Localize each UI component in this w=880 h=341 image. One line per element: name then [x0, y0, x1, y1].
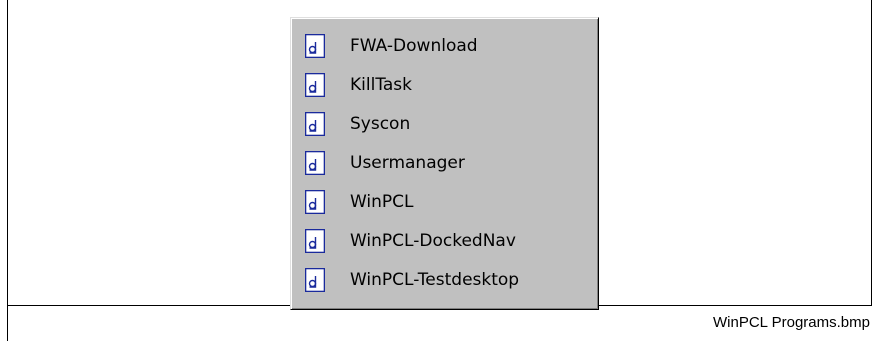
- menu-item-label: FWA-Download: [350, 36, 478, 56]
- program-document-icon: [305, 34, 325, 58]
- menu-item-label: WinPCL-Testdesktop: [350, 270, 520, 290]
- menu-item-label: KillTask: [350, 75, 413, 95]
- menu-item-killtask[interactable]: KillTask: [291, 66, 598, 105]
- menu-item-label: WinPCL-DockedNav: [350, 231, 516, 251]
- menu-item-label: Syscon: [350, 114, 411, 134]
- figure-caption: WinPCL Programs.bmp: [713, 314, 870, 331]
- menu-item-winpcl[interactable]: WinPCL: [291, 183, 598, 222]
- program-document-icon: [305, 112, 325, 136]
- menu-item-winpcl-testdesktop[interactable]: WinPCL-Testdesktop: [291, 261, 598, 300]
- program-document-icon: [305, 268, 325, 292]
- program-document-icon: [305, 73, 325, 97]
- program-document-icon: [305, 151, 325, 175]
- program-document-icon: [305, 229, 325, 253]
- menu-item-fwa-download[interactable]: FWA-Download: [291, 27, 598, 66]
- menu-item-usermanager[interactable]: Usermanager: [291, 144, 598, 183]
- program-document-icon: [305, 190, 325, 214]
- menu-item-syscon[interactable]: Syscon: [291, 105, 598, 144]
- figure-frame-edge: [7, 306, 8, 341]
- menu-item-winpcl-dockednav[interactable]: WinPCL-DockedNav: [291, 222, 598, 261]
- menu-item-label: WinPCL: [350, 192, 414, 212]
- menu-item-label: Usermanager: [350, 153, 465, 173]
- programs-menu: FWA-Download KillTask Syscon Usermanager…: [290, 17, 599, 310]
